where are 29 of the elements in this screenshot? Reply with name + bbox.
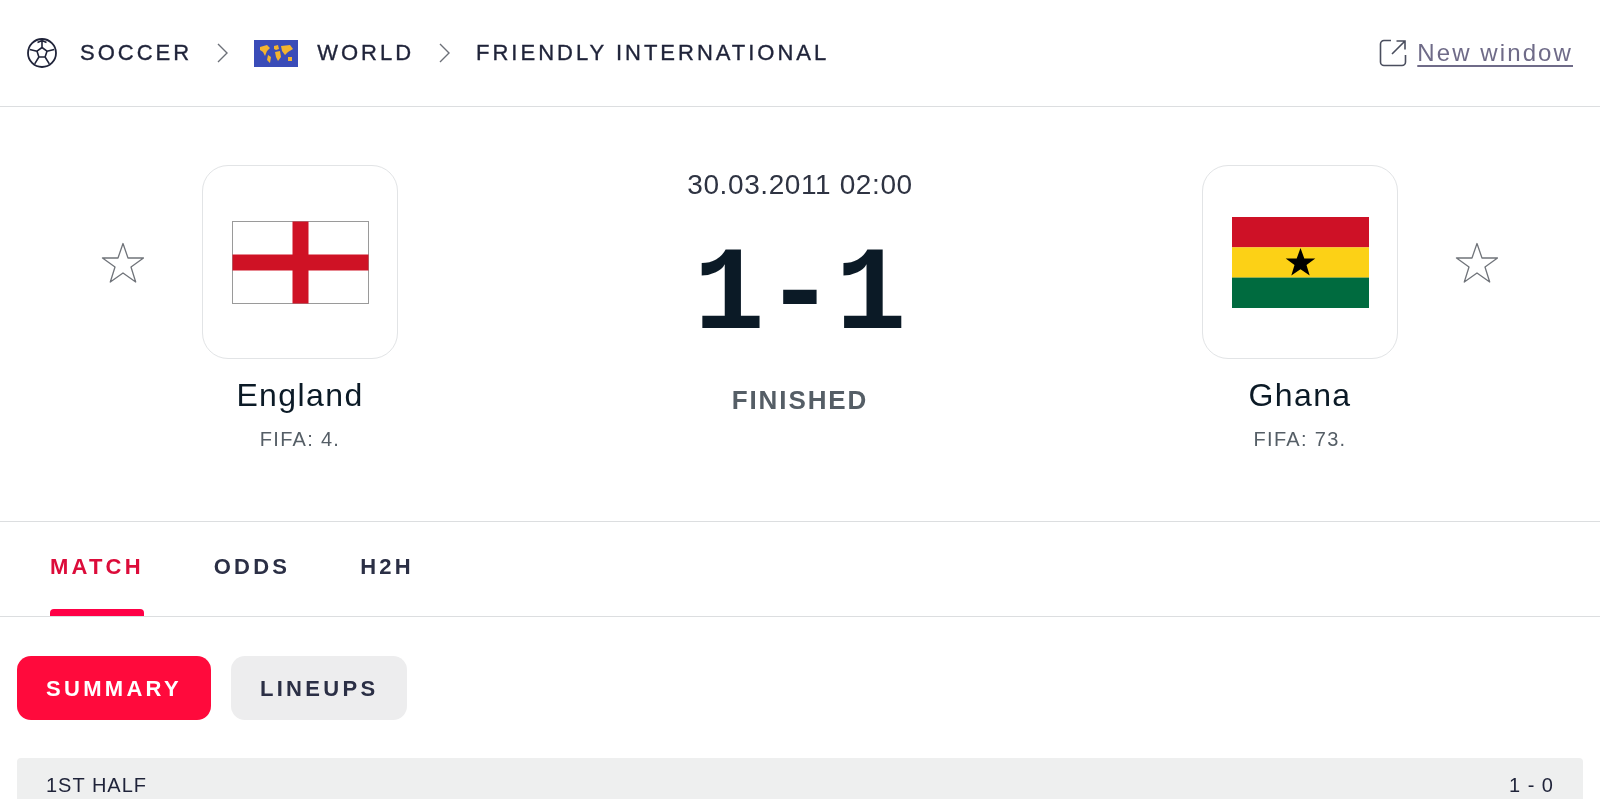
team-name[interactable]: Ghana (1248, 375, 1352, 415)
section-score: 1 - 0 (1508, 774, 1554, 797)
subtab-button[interactable]: LINEUPS (230, 656, 408, 720)
flag-icon (1231, 216, 1369, 308)
breadcrumb-link[interactable]: FRIENDLY INTERNATIONAL (476, 38, 830, 68)
new-window-icon[interactable] (1379, 39, 1408, 67)
match-date: 30.03.2011 02:00 (687, 170, 913, 200)
world-map-flag-icon (254, 39, 299, 67)
new-window-link[interactable]: New window (1417, 35, 1573, 71)
fifa-rank: FIFA: 73. (1253, 427, 1347, 451)
team-name[interactable]: England (236, 375, 364, 415)
soccer-ball-icon (27, 38, 57, 68)
star-icon[interactable] (1455, 242, 1499, 284)
tab[interactable]: ODDS (213, 522, 291, 616)
star-icon[interactable] (101, 242, 145, 284)
tab[interactable]: MATCH (50, 522, 144, 616)
tab[interactable]: H2H (360, 522, 414, 616)
subtab-button[interactable]: SUMMARY (17, 656, 211, 720)
breadcrumb-link[interactable]: WORLD (254, 38, 414, 68)
fifa-rank: FIFA: 4. (259, 427, 341, 451)
flag-icon (231, 220, 369, 304)
home-score: 1 (693, 247, 765, 347)
section-title: 1ST HALF (46, 774, 147, 797)
score-separator: - (764, 247, 836, 347)
chevron-right-icon (439, 43, 450, 63)
away-score: 1 (835, 247, 907, 347)
match-status: FINISHED (731, 385, 869, 415)
chevron-right-icon (217, 43, 229, 63)
breadcrumb-link[interactable]: SOCCER (27, 38, 193, 68)
